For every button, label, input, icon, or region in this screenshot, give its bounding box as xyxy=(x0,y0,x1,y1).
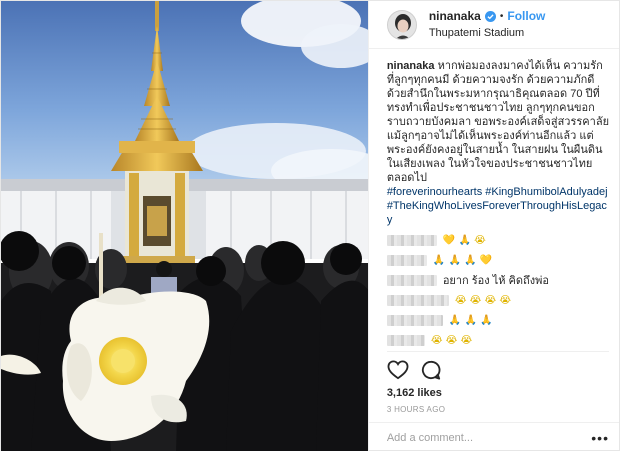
blurred-username xyxy=(386,275,437,286)
separator-dot: • xyxy=(499,10,504,22)
blurred-username xyxy=(386,295,449,306)
comment-row: 😭 😭 😭 xyxy=(386,334,609,347)
add-comment-bar: ••• xyxy=(368,422,619,451)
location-link[interactable]: Thupatemi Stadium xyxy=(429,26,546,41)
comment-emoji: 😭 😭 😭 xyxy=(430,334,473,346)
comment-row: 💛 🙏 😭 xyxy=(386,234,609,247)
blurred-username xyxy=(386,255,427,266)
comment-text: อยาก ร้อง ไห้ คิดถึงพ่อ xyxy=(442,274,549,287)
heart-icon[interactable] xyxy=(387,360,409,380)
more-options-icon[interactable]: ••• xyxy=(591,430,609,446)
avatar-image xyxy=(387,10,416,39)
comment-row: 🙏 🙏 🙏 xyxy=(386,314,609,327)
post-caption: ninanaka หากพ่อมองลงมาคงได้เห็น ความรักท… xyxy=(387,59,609,185)
instagram-post: ninanaka • Follow Thupatemi Stadium nina… xyxy=(0,0,620,451)
comment-emoji: 😭 😭 😭 😭 xyxy=(454,294,512,306)
username-link[interactable]: ninanaka xyxy=(429,9,481,24)
comment-emoji: 🙏 🙏 🙏 xyxy=(448,314,493,326)
caption-username[interactable]: ninanaka xyxy=(387,60,435,72)
post-actions: 3,162 likes 3 HOURS AGO xyxy=(386,351,609,414)
avatar[interactable] xyxy=(386,9,417,40)
verified-badge-icon xyxy=(484,10,496,22)
follow-button[interactable]: Follow xyxy=(507,9,545,24)
comments-list: ninanaka หากพ่อมองลงมาคงได้เห็น ความรักท… xyxy=(386,59,609,347)
likes-count[interactable]: 3,162 likes xyxy=(387,387,609,399)
ceremony-photo-image xyxy=(1,1,368,451)
comment-bubble-icon[interactable] xyxy=(421,360,441,380)
caption-text: หากพ่อมองลงมาคงได้เห็น ความรักที่ลูกๆทุก… xyxy=(386,60,610,184)
comment-emoji: 🙏 🙏 🙏 💛 xyxy=(432,254,493,266)
caption-hashtags[interactable]: #foreverinourhearts #KingBhumibolAdulyad… xyxy=(387,185,609,227)
add-comment-input[interactable] xyxy=(386,431,592,444)
post-timestamp[interactable]: 3 HOURS AGO xyxy=(387,405,609,414)
comment-emoji: 💛 🙏 😭 xyxy=(442,234,486,246)
comment-row: 🙏 🙏 🙏 💛 xyxy=(386,254,609,267)
post-photo[interactable] xyxy=(1,1,368,451)
blurred-username xyxy=(386,315,443,326)
post-header: ninanaka • Follow Thupatemi Stadium xyxy=(368,1,619,49)
blurred-username xyxy=(386,235,437,246)
post-side-panel: ninanaka • Follow Thupatemi Stadium nina… xyxy=(367,1,619,451)
comment-row: 😭 😭 😭 😭 xyxy=(386,294,609,307)
blurred-username xyxy=(386,335,425,346)
comment-row: อยาก ร้อง ไห้ คิดถึงพ่อ xyxy=(386,274,609,287)
